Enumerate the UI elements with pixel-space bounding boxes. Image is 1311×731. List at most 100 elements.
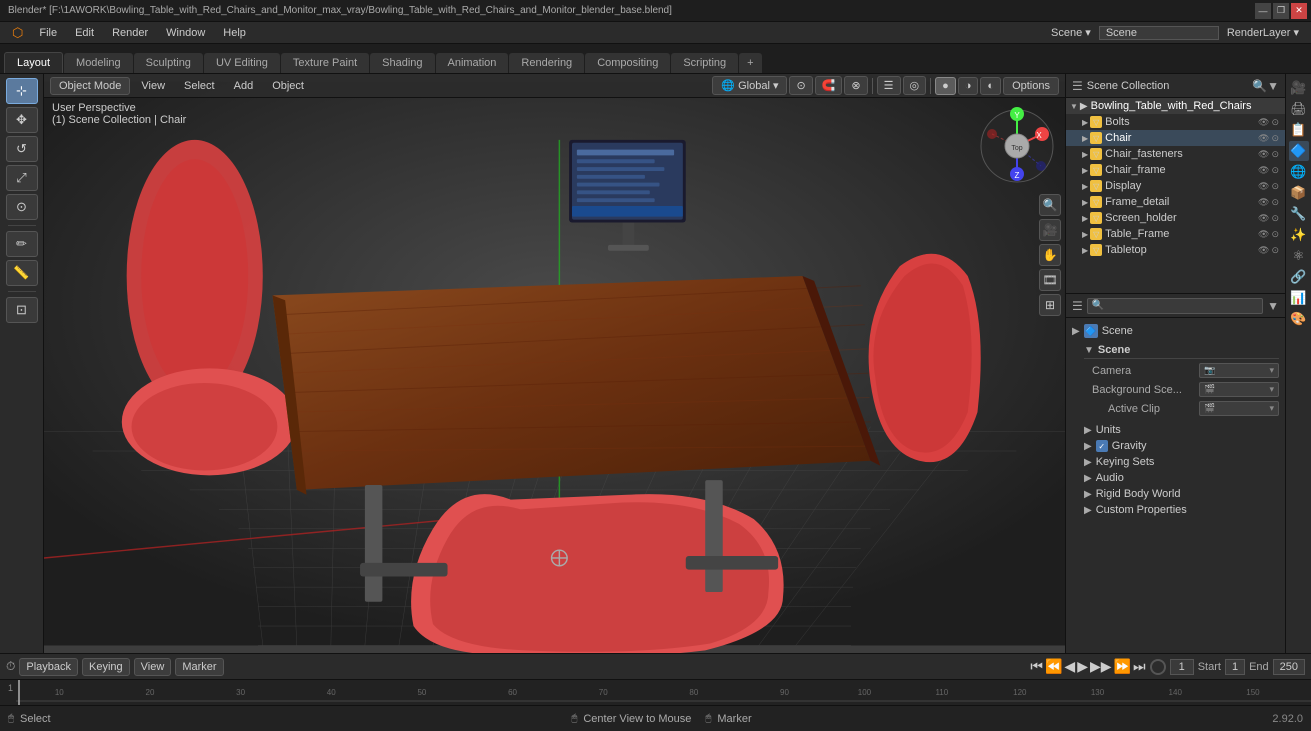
activeclip-value[interactable]: 🎬 ▾	[1199, 401, 1279, 416]
xray-btn[interactable]: ◎	[903, 76, 927, 95]
jump-start-btn[interactable]: ⏮	[1030, 658, 1043, 675]
tree-item-bolts[interactable]: ▶ ▽ Bolts 👁 ⊙	[1066, 114, 1285, 130]
tool-measure[interactable]: 📏	[6, 260, 38, 286]
tab-texture-paint[interactable]: Texture Paint	[281, 53, 369, 73]
mode-selector[interactable]: Object Mode	[50, 77, 130, 95]
render-icon-btn[interactable]: 🎞	[1039, 269, 1061, 291]
jump-end-btn[interactable]: ⏭	[1133, 658, 1146, 675]
tab-modeling[interactable]: Modeling	[64, 53, 133, 73]
props-custom-section[interactable]: ▶ Custom Properties	[1072, 502, 1279, 518]
viewport-view-menu[interactable]: View	[133, 78, 173, 94]
next-keyframe-btn[interactable]: ⏩	[1114, 658, 1131, 675]
modifier-props-icon[interactable]: 🔧	[1289, 204, 1309, 224]
maximize-button[interactable]: ❐	[1273, 3, 1289, 19]
minimize-button[interactable]: —	[1255, 3, 1271, 19]
viewport-select-menu[interactable]: Select	[176, 78, 223, 94]
scene-name[interactable]: Scene	[1099, 26, 1219, 40]
timeline-icon-btn[interactable]: ⏱	[6, 659, 15, 674]
tree-item-screen-holder[interactable]: ▶ ▽ Screen_holder 👁 ⊙	[1066, 210, 1285, 226]
scene-subsection-header[interactable]: ▼ Scene	[1084, 342, 1279, 359]
snap-btn[interactable]: 🧲	[815, 76, 843, 95]
close-button[interactable]: ✕	[1291, 3, 1307, 19]
window-menu[interactable]: Window	[158, 25, 213, 41]
tool-move[interactable]: ✥	[6, 107, 38, 133]
constraints-props-icon[interactable]: 🔗	[1289, 267, 1309, 287]
output-props-icon[interactable]: 🖨	[1289, 99, 1309, 119]
props-search[interactable]: 🔍	[1087, 298, 1263, 314]
camera-button[interactable]: 🎥	[1039, 219, 1061, 241]
render-layer-selector[interactable]: RenderLayer ▾	[1221, 26, 1305, 39]
grid-icon-btn[interactable]: ⊞	[1039, 294, 1061, 316]
overlay-btn[interactable]: ☰	[877, 76, 901, 95]
tree-item-display[interactable]: ▶ ▽ Display 👁 ⊙	[1066, 178, 1285, 194]
tree-item-table-frame[interactable]: ▶ ▽ Table_Frame 👁 ⊙	[1066, 226, 1285, 242]
blender-menu[interactable]: ⬡	[6, 23, 29, 43]
props-filter[interactable]: ▼	[1267, 299, 1279, 313]
global-transform-btn[interactable]: 🌐 Global ▾	[712, 76, 787, 95]
tab-layout[interactable]: Layout	[4, 52, 63, 73]
props-keying-section[interactable]: ▶ Keying Sets	[1072, 454, 1279, 470]
viewport-3d[interactable]: Object Mode View Select Add Object 🌐 Glo…	[44, 74, 1065, 653]
options-btn[interactable]: Options	[1003, 77, 1059, 95]
tree-item-frame-detail[interactable]: ▶ ▽ Frame_detail 👁 ⊙	[1066, 194, 1285, 210]
tree-item-chair[interactable]: ▶ ▽ Chair 👁 ⊙	[1066, 130, 1285, 146]
play-btn[interactable]: ▶	[1077, 658, 1088, 675]
nav-widget-3d[interactable]: X Y Z Top	[977, 106, 1057, 186]
tree-item-chair-fasteners[interactable]: ▶ ▽ Chair_fasteners 👁 ⊙	[1066, 146, 1285, 162]
tab-add[interactable]: +	[739, 53, 761, 73]
camera-value[interactable]: 📷 ▾	[1199, 363, 1279, 378]
world-props-icon[interactable]: 🌐	[1289, 162, 1309, 182]
solid-view-btn[interactable]: ●	[935, 77, 956, 95]
tool-transform[interactable]: ⊙	[6, 194, 38, 220]
tab-uv-editing[interactable]: UV Editing	[204, 53, 280, 73]
timeline-view-btn[interactable]: View	[134, 658, 172, 676]
particles-props-icon[interactable]: ✨	[1289, 225, 1309, 245]
props-icon[interactable]: ☰	[1072, 299, 1083, 313]
step-fwd-btn[interactable]: ▶▶	[1090, 658, 1112, 675]
hand-button[interactable]: ✋	[1039, 244, 1061, 266]
proportional-btn[interactable]: ⊗	[844, 76, 867, 95]
scene-props-icon[interactable]: 🔷	[1289, 141, 1309, 161]
tab-sculpting[interactable]: Sculpting	[134, 53, 203, 73]
marker-btn[interactable]: Marker	[175, 658, 223, 676]
props-units-section[interactable]: ▶ Units	[1072, 422, 1279, 438]
start-value[interactable]: 1	[1225, 659, 1245, 675]
scene-selector[interactable]: Scene ▾	[1045, 26, 1097, 39]
material-props-icon[interactable]: 🎨	[1289, 309, 1309, 329]
zoom-button[interactable]: 🔍	[1039, 194, 1061, 216]
material-view-btn[interactable]: ◑	[958, 77, 979, 95]
tool-scale[interactable]: ⤢	[6, 165, 38, 191]
outliner-icon[interactable]: ☰	[1072, 79, 1083, 93]
render-menu[interactable]: Render	[104, 25, 156, 41]
data-props-icon[interactable]: 📊	[1289, 288, 1309, 308]
props-scene-header[interactable]: ▶ 🔷 Scene	[1072, 322, 1279, 340]
view-layer-props-icon[interactable]: 📋	[1289, 120, 1309, 140]
edit-menu[interactable]: Edit	[67, 25, 102, 41]
tab-rendering[interactable]: Rendering	[509, 53, 584, 73]
frame-numbers[interactable]: 10 20 30 40 50 60 70 80 90 100 110 120 1…	[16, 680, 1311, 705]
pivot-btn[interactable]: ⊙	[789, 76, 812, 95]
props-gravity-section[interactable]: ▶ ✓ Gravity	[1072, 438, 1279, 454]
tree-item-root[interactable]: ▼ ▶ Bowling_Table_with_Red_Chairs	[1066, 98, 1285, 114]
playback-btn[interactable]: Playback	[19, 658, 78, 676]
tab-compositing[interactable]: Compositing	[585, 53, 670, 73]
props-rigid-body-section[interactable]: ▶ Rigid Body World	[1072, 486, 1279, 502]
prev-keyframe-btn[interactable]: ⏪	[1045, 658, 1062, 675]
help-menu[interactable]: Help	[215, 25, 254, 41]
tool-annotate[interactable]: ✏	[6, 231, 38, 257]
object-props-icon[interactable]: 📦	[1289, 183, 1309, 203]
tree-item-tabletop[interactable]: ▶ ▽ Tabletop 👁 ⊙	[1066, 242, 1285, 258]
bgscene-value[interactable]: 🎬 ▾	[1199, 382, 1279, 397]
end-value[interactable]: 250	[1273, 659, 1305, 675]
tool-add-cube[interactable]: ⊡	[6, 297, 38, 323]
keying-btn[interactable]: Keying	[82, 658, 130, 676]
props-audio-section[interactable]: ▶ Audio	[1072, 470, 1279, 486]
file-menu[interactable]: File	[31, 25, 65, 41]
viewport-object-menu[interactable]: Object	[264, 78, 312, 94]
viewport-add-menu[interactable]: Add	[226, 78, 262, 94]
frame-current[interactable]: 1	[1170, 659, 1194, 675]
physics-props-icon[interactable]: ⚛	[1289, 246, 1309, 266]
tab-scripting[interactable]: Scripting	[671, 53, 738, 73]
outliner-search[interactable]: 🔍	[1252, 79, 1267, 93]
render-props-icon[interactable]: 🎥	[1289, 78, 1309, 98]
